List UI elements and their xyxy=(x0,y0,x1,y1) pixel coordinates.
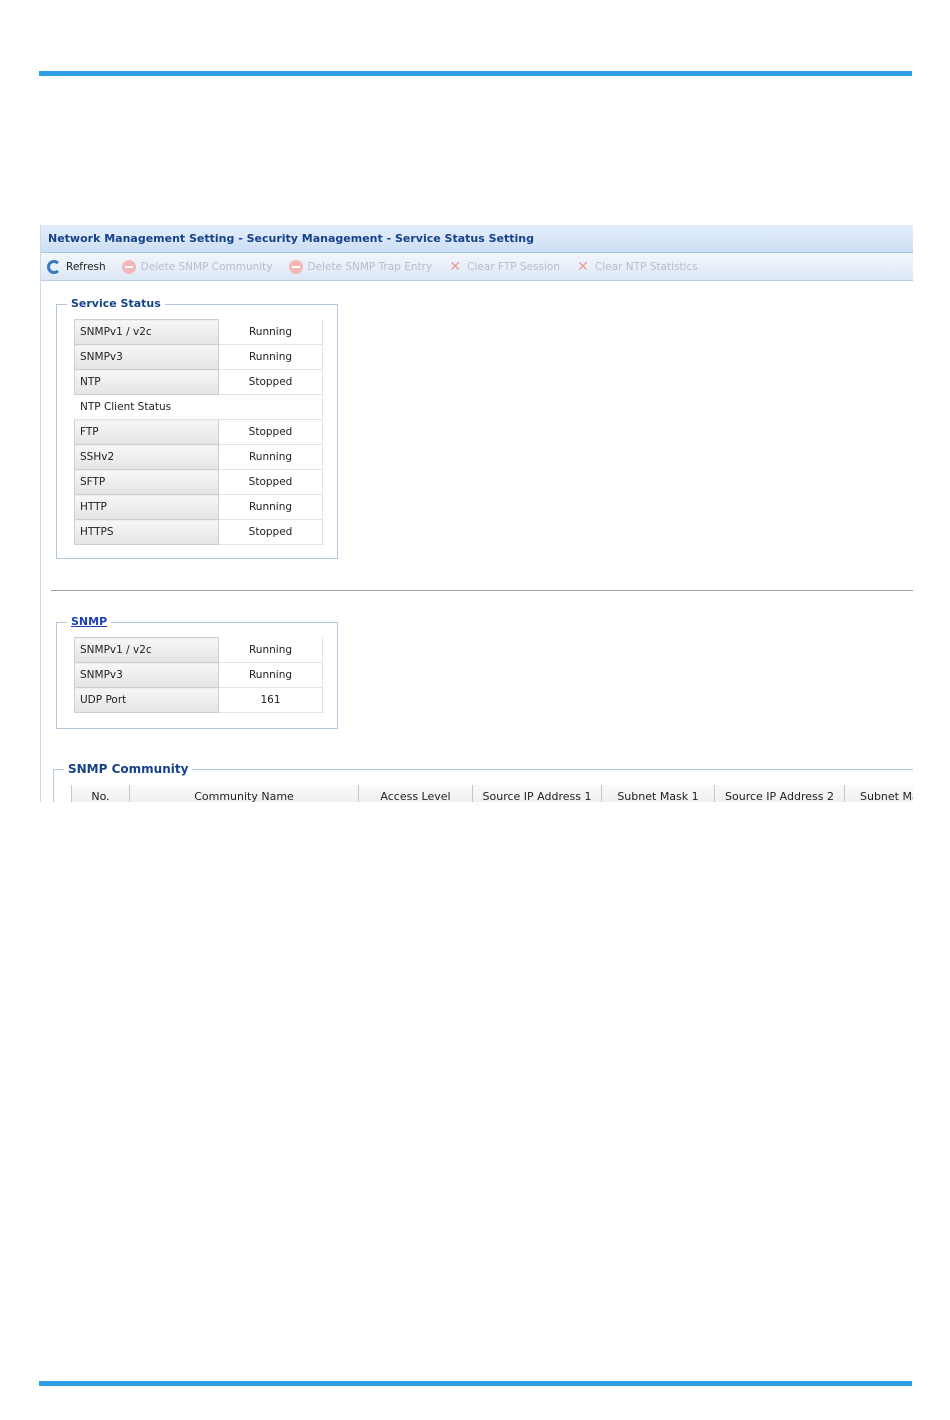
close-icon: ✕ xyxy=(449,258,462,275)
app-window: Network Management Setting - Security Ma… xyxy=(40,225,913,802)
row-value: 161 xyxy=(218,687,323,713)
column-header[interactable]: No. xyxy=(71,785,129,802)
table-row: HTTP Running xyxy=(74,494,323,520)
table-row: FTP Stopped xyxy=(74,419,323,445)
clear-ftp-label: Clear FTP Session xyxy=(467,260,560,273)
row-value: Stopped xyxy=(218,519,323,545)
row-label: FTP xyxy=(74,419,219,445)
table-row: SSHv2 Running xyxy=(74,444,323,470)
row-value: Running xyxy=(218,662,323,688)
snmp-table: SNMPv1 / v2c Running SNMPv3 Running UDP Po… xyxy=(74,637,323,713)
row-label: NTP xyxy=(74,369,219,395)
close-icon: ✕ xyxy=(577,258,589,275)
row-value: Stopped xyxy=(218,419,323,445)
clear-ftp-button[interactable]: ✕ Clear FTP Session xyxy=(448,260,560,274)
row-label: SNMPv3 xyxy=(74,344,219,370)
row-value: Running xyxy=(218,344,323,370)
delete-icon xyxy=(288,259,303,274)
row-label: SNMPv1 / v2c xyxy=(74,319,219,345)
bottom-rule xyxy=(39,1381,912,1386)
table-row: UDP Port 161 xyxy=(74,687,323,713)
row-label: SSHv2 xyxy=(74,444,219,470)
delete-trap-button[interactable]: Delete SNMP Trap Entry xyxy=(288,259,433,274)
snmp-community-legend: SNMP Community xyxy=(64,762,193,776)
service-status-legend: Service Status xyxy=(67,297,165,310)
delete-trap-label: Delete SNMP Trap Entry xyxy=(307,260,433,273)
column-header[interactable]: Source IP Address 1 xyxy=(472,785,601,802)
top-rule xyxy=(39,71,912,76)
row-value: Running xyxy=(218,494,323,520)
table-row: SNMPv1 / v2c Running xyxy=(74,637,323,663)
table-row: HTTPS Stopped xyxy=(74,519,323,545)
refresh-button[interactable]: Refresh xyxy=(47,259,106,274)
row-label: UDP Port xyxy=(74,687,219,713)
refresh-label: Refresh xyxy=(66,260,106,273)
row-label: SFTP xyxy=(74,469,219,495)
row-label: SNMPv3 xyxy=(74,662,219,688)
row-value: Stopped xyxy=(218,369,323,395)
table-row: SNMPv1 / v2c Running xyxy=(74,319,323,345)
column-header[interactable]: Subnet Ma xyxy=(844,785,913,802)
row-label: SNMPv1 / v2c xyxy=(74,637,219,663)
table-row: NTP Stopped xyxy=(74,369,323,395)
community-grid-header: No. Community Name Access Level Source I… xyxy=(71,785,913,802)
clear-ntp-label: Clear NTP Statistics xyxy=(594,260,698,273)
snmp-group: SNMP SNMPv1 / v2c Running SNMPv3 Running U… xyxy=(56,615,338,729)
table-row: NTP Client Status xyxy=(74,394,323,420)
row-value: Stopped xyxy=(218,469,323,495)
service-status-group: Service Status SNMPv1 / v2c Running SNMPv… xyxy=(56,297,338,559)
row-label: HTTP xyxy=(74,494,219,520)
column-header[interactable]: Source IP Address 2 xyxy=(714,785,844,802)
row-value: Running xyxy=(218,319,323,345)
delete-community-button[interactable]: Delete SNMP Community xyxy=(121,259,273,274)
table-row: SNMPv3 Running xyxy=(74,344,323,370)
delete-community-label: Delete SNMP Community xyxy=(140,260,273,273)
service-status-table: SNMPv1 / v2c Running SNMPv3 Running NTP Sto… xyxy=(74,319,323,545)
delete-icon xyxy=(121,259,136,274)
refresh-icon xyxy=(47,259,61,274)
table-row: SFTP Stopped xyxy=(74,469,323,495)
snmp-link[interactable]: SNMP xyxy=(67,615,112,628)
toolbar: Refresh Delete SNMP Community Delete SNM… xyxy=(41,253,913,281)
row-value xyxy=(218,394,323,420)
column-header[interactable]: Access Level xyxy=(358,785,472,802)
row-label: HTTPS xyxy=(74,519,219,545)
column-header[interactable]: Subnet Mask 1 xyxy=(601,785,714,802)
table-row: SNMPv3 Running xyxy=(74,662,323,688)
row-value: Running xyxy=(218,444,323,470)
column-header[interactable]: Community Name xyxy=(129,785,358,802)
window-title: Network Management Setting - Security Ma… xyxy=(41,225,913,253)
clear-ntp-button[interactable]: ✕ Clear NTP Statistics xyxy=(576,260,698,274)
row-label: NTP Client Status xyxy=(74,394,219,420)
row-value: Running xyxy=(218,637,323,663)
section-divider xyxy=(51,590,913,591)
